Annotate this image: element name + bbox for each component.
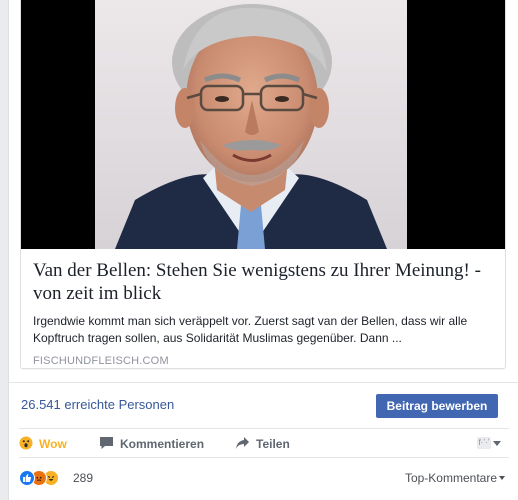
post-card: Van der Bellen: Stehen Sie wenigstens zu… [8, 0, 518, 500]
link-text-area[interactable]: Van der Bellen: Stehen Sie wenigstens zu… [21, 249, 505, 368]
reaction-count[interactable]: 289 [73, 471, 93, 485]
share-arrow-icon [235, 436, 250, 453]
link-description: Irgendwie kommt man sich veräppelt vor. … [33, 314, 468, 345]
portrait-photo [95, 0, 407, 249]
wow-label: Wow [39, 437, 67, 451]
share-button[interactable]: Teilen [235, 429, 290, 459]
reach-row: 26.541 erreichte Personen Beitrag bewerb… [9, 382, 518, 428]
wow-face-icon [19, 436, 33, 453]
reach-count-link[interactable]: 26.541 erreichte Personen [21, 397, 174, 412]
link-preview-card[interactable]: Van der Bellen: Stehen Sie wenigstens zu… [20, 0, 506, 369]
reaction-icons[interactable] [19, 470, 59, 486]
comment-bubble-icon [99, 436, 114, 453]
comment-button[interactable]: Kommentieren [99, 429, 204, 459]
comment-sort-dropdown[interactable]: Top-Kommentare [405, 471, 505, 485]
reactions-summary: 289 Top-Kommentare [19, 462, 509, 496]
post-actions-bar: Wow Kommentieren Teilen f·ʼ·ʼ [19, 428, 509, 458]
sort-label: Top-Kommentare [404, 471, 497, 485]
boost-post-button[interactable]: Beitrag bewerben [376, 394, 498, 418]
link-title[interactable]: Van der Bellen: Stehen Sie wenigstens zu… [33, 259, 495, 305]
wow-reaction-button[interactable]: Wow [19, 429, 67, 459]
comment-label: Kommentieren [120, 437, 205, 451]
chevron-down-icon [499, 476, 505, 480]
chevron-down-icon [493, 440, 501, 446]
link-image[interactable] [21, 0, 505, 249]
share-label: Teilen [256, 437, 290, 451]
post-as-selector[interactable]: f·ʼ·ʼ [477, 437, 501, 449]
page-avatar-icon: f·ʼ·ʼ [477, 437, 491, 449]
like-icon [19, 470, 35, 486]
link-domain: FISCHUNDFLEISCH.COM [33, 355, 169, 367]
